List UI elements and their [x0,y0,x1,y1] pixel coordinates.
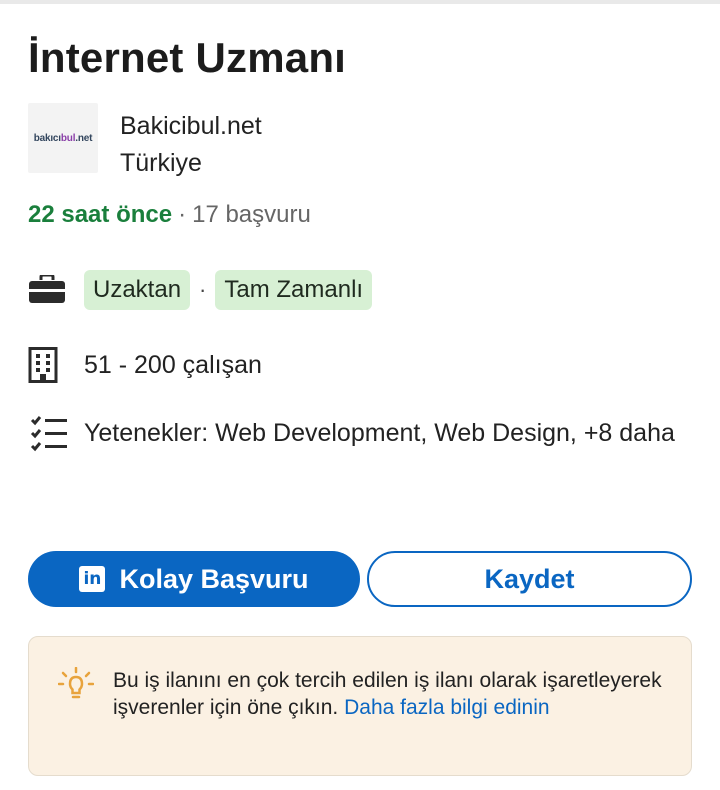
job-meta: 22 saat önce · 17 başvuru [28,201,311,229]
company-logo[interactable]: bakıcı bul .net [28,103,98,173]
pill-separator: · [199,277,207,302]
tip-text: Bu iş ilanını en çok tercih edilen iş il… [113,667,673,721]
save-label: Kaydet [484,563,575,594]
applicant-count: 17 başvuru [192,201,311,228]
linkedin-icon: in [79,566,106,592]
job-location: Türkiye [120,149,202,177]
briefcase-icon [28,269,70,311]
building-icon [28,344,70,386]
company-info: Bakicibul.net Türkiye [120,108,262,182]
learn-more-link[interactable]: Daha fazla bilgi edinin [344,696,549,719]
easy-apply-button[interactable]: in Kolay Başvuru [28,551,360,607]
workplace-type-badge: Uzaktan [84,270,191,310]
employment-type-badge: Tam Zamanlı [215,270,373,310]
meta-separator: · [178,201,187,228]
job-title: İnternet Uzmanı [28,34,347,81]
company-size: 51 - 200 çalışan [84,350,262,379]
skills-list[interactable]: Yetenekler: Web Development, Web Design,… [84,418,684,449]
checklist-icon [30,414,70,459]
job-type-row: Uzaktan · Tam Zamanlı [28,269,373,311]
promotion-tip-card: Bu iş ilanını en çok tercih edilen iş il… [28,636,692,776]
top-divider [0,0,720,4]
company-name[interactable]: Bakicibul.net [120,108,262,145]
lightbulb-icon [57,666,95,708]
company-size-row: 51 - 200 çalışan [28,344,262,386]
save-button[interactable]: Kaydet [367,551,692,607]
posted-time: 22 saat önce [28,201,173,228]
easy-apply-label: Kolay Başvuru [119,563,309,594]
